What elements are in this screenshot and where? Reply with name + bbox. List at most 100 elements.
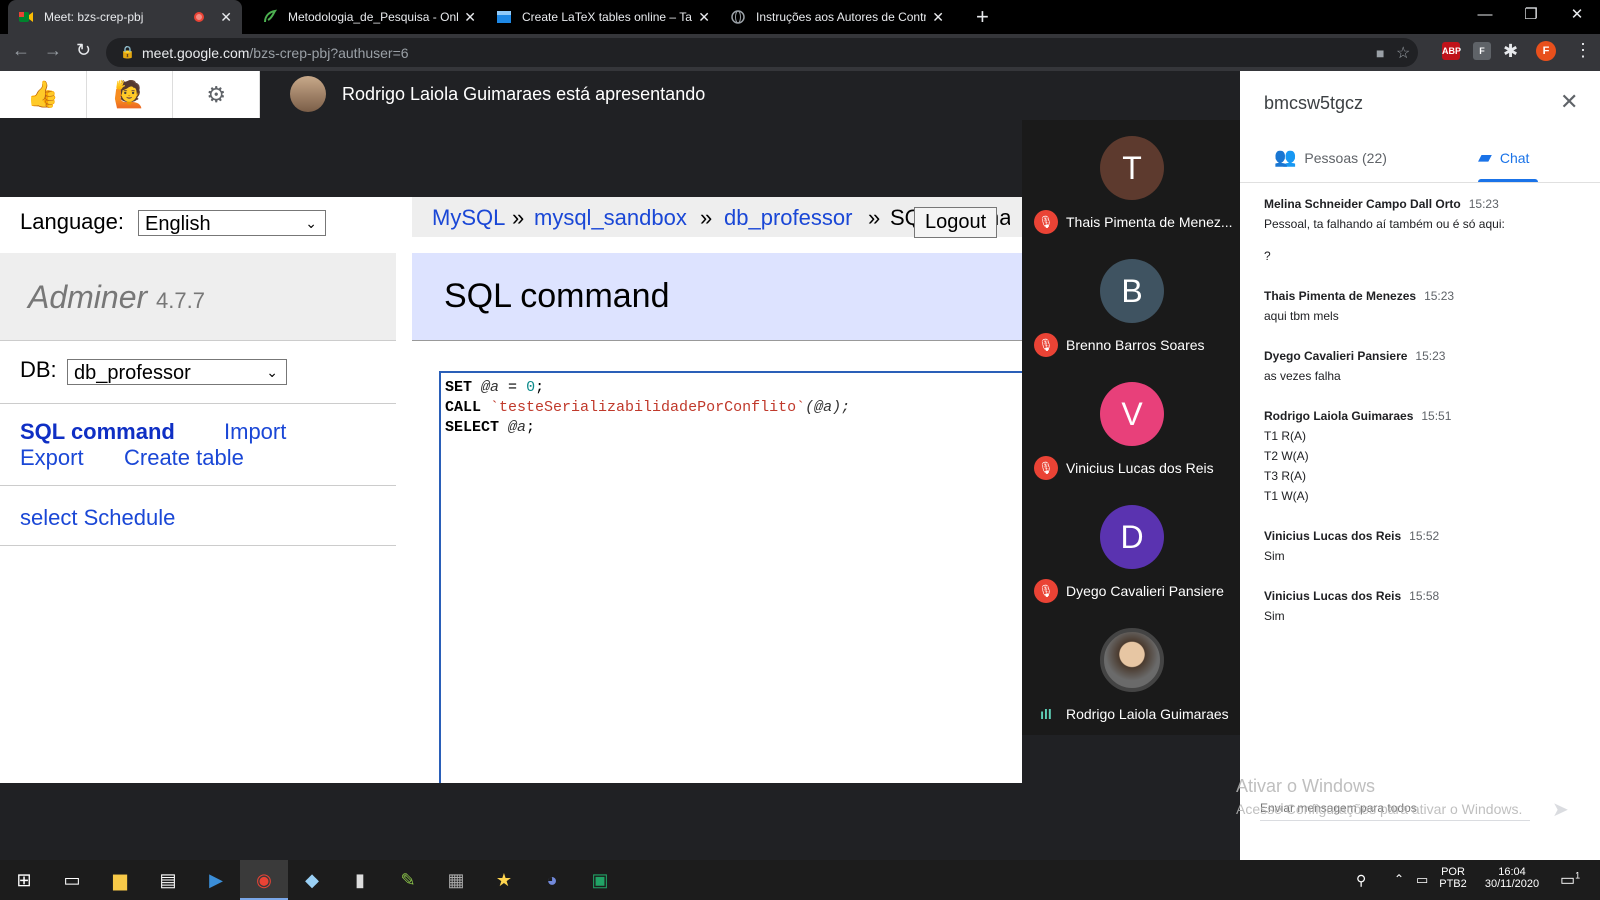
task-view-icon[interactable]: ▭ <box>48 860 96 900</box>
db-select[interactable]: db_professor ⌄ <box>67 359 287 385</box>
discord-icon[interactable]: ◕ <box>528 860 576 900</box>
link-import[interactable]: Import <box>224 419 286 445</box>
table-icon <box>497 11 511 23</box>
profile-avatar[interactable]: F <box>1536 41 1556 61</box>
app-icon[interactable]: ◆ <box>288 860 336 900</box>
message-text: T2 W(A) <box>1264 449 1309 463</box>
chrome-icon[interactable]: ◉ <box>240 860 288 900</box>
camera-icon[interactable]: ■ <box>1376 45 1384 61</box>
logout-button[interactable]: Logout <box>914 207 998 238</box>
code-text: (@a); <box>805 399 851 416</box>
participant-tiles: T 🎙 Thais Pimenta de Menez... B 🎙 Brenno… <box>1022 120 1240 735</box>
adminer-brand[interactable]: Adminer 4.7.7 <box>28 279 205 316</box>
message-text: Sim <box>1264 609 1285 623</box>
breadcrumb-sandbox[interactable]: mysql_sandbox <box>534 205 687 231</box>
chevron-up-icon[interactable]: ⌃ <box>1394 872 1404 886</box>
calculator-icon[interactable]: ▦ <box>432 860 480 900</box>
participant-tile[interactable]: D 🎙 Dyego Cavalieri Pansiere <box>1022 489 1240 612</box>
close-tab-icon[interactable]: ✕ <box>932 9 944 26</box>
bookmark-star-icon[interactable]: ☆ <box>1396 43 1410 63</box>
send-icon[interactable]: ➤ <box>1552 797 1569 822</box>
clock[interactable]: 16:04 30/11/2020 <box>1474 866 1550 890</box>
paint-icon[interactable]: ✎ <box>384 860 432 900</box>
message-sender: Dyego Cavalieri Pansiere <box>1264 349 1408 363</box>
code-variable: @a <box>508 419 527 436</box>
presenting-text: Rodrigo Laiola Guimaraes está apresentan… <box>342 83 706 104</box>
link-create-table[interactable]: Create table <box>124 445 244 471</box>
people-tray-icon[interactable]: ⚲ <box>1356 872 1366 889</box>
breadcrumb-mysql[interactable]: MySQL <box>432 205 505 231</box>
message-text: T3 R(A) <box>1264 469 1306 483</box>
close-window-icon[interactable]: ✕ <box>1554 0 1600 30</box>
extensions-puzzle-icon[interactable]: ✱ <box>1503 41 1518 62</box>
lock-icon: 🔒 <box>120 45 135 59</box>
chat-message: Vinicius Lucas dos Reis 15:52 Sim <box>1264 529 1584 563</box>
close-tab-icon[interactable]: ✕ <box>698 9 710 26</box>
watermark-subtitle: Acesse Configurações para ativar o Windo… <box>1236 801 1523 817</box>
language-label: Language: <box>20 209 124 234</box>
restore-icon[interactable]: ❐ <box>1508 0 1554 30</box>
forward-icon[interactable]: → <box>44 40 62 61</box>
terminal-icon[interactable]: ▤ <box>144 860 192 900</box>
close-panel-icon[interactable]: ✕ <box>1560 89 1578 115</box>
input-language[interactable]: POR PTB2 <box>1438 866 1468 890</box>
excel-icon[interactable]: ▣ <box>576 860 624 900</box>
link-sql-command[interactable]: SQL command <box>20 419 175 445</box>
settings-gear-icon[interactable]: ⚙ <box>173 71 261 118</box>
back-icon[interactable]: ← <box>12 40 30 61</box>
notifications-icon[interactable]: ▭1 <box>1560 870 1580 890</box>
breadcrumb-separator: » <box>512 205 525 230</box>
avatar: D <box>1100 505 1164 569</box>
raise-hand-icon[interactable]: 🙋 <box>87 71 174 118</box>
thumbs-up-icon[interactable]: 👍 <box>0 71 87 118</box>
message-header: Vinicius Lucas dos Reis 15:52 <box>1264 529 1584 543</box>
language-select[interactable]: English ⌄ <box>138 210 326 236</box>
message-sender: Rodrigo Laiola Guimaraes <box>1264 409 1414 423</box>
sql-editor[interactable]: SET @a = 0; CALL `testeSerializabilidade… <box>439 371 1022 783</box>
breadcrumb-db[interactable]: db_professor <box>724 205 852 231</box>
tab-people[interactable]: 👥 Pessoas (22) <box>1274 147 1387 168</box>
adblock-icon[interactable]: ABP <box>1442 42 1461 60</box>
participant-tile[interactable]: B 🎙 Brenno Barros Soares <box>1022 243 1240 366</box>
file-explorer-icon[interactable]: ▆ <box>96 860 144 900</box>
star-app-icon[interactable]: ★ <box>480 860 528 900</box>
adminer-version: 4.7.7 <box>156 288 205 313</box>
tab-metodologia[interactable]: Metodologia_de_Pesquisa - Onli ✕ <box>252 0 486 34</box>
link-export[interactable]: Export <box>20 445 84 471</box>
powershell-icon[interactable]: ▶ <box>192 860 240 900</box>
network-icon[interactable]: ▭ <box>1416 872 1428 888</box>
code-identifier: `testeSerializabilidadePorConflito` <box>490 399 806 416</box>
participant-name: Thais Pimenta de Menez... <box>1066 214 1233 230</box>
code-keyword: CALL <box>445 399 482 416</box>
presenter-avatar <box>290 76 326 112</box>
extension-f-icon[interactable]: F <box>1473 42 1491 60</box>
reload-icon[interactable]: ↻ <box>76 40 91 61</box>
new-tab-icon[interactable]: + <box>976 4 989 30</box>
link-select-schedule[interactable]: select Schedule <box>20 505 175 531</box>
tab-chat[interactable]: ▰ Chat <box>1478 147 1529 168</box>
adminer-brand-box: Adminer 4.7.7 <box>0 253 396 341</box>
chat-message: Rodrigo Laiola Guimaraes 15:51 T1 R(A) T2… <box>1264 409 1584 503</box>
tab-latex-tables[interactable]: Create LaTeX tables online – Tabl ✕ <box>486 0 720 34</box>
close-tab-icon[interactable]: ✕ <box>464 9 476 26</box>
presenter-banner: Rodrigo Laiola Guimaraes está apresentan… <box>290 76 705 112</box>
address-bar[interactable]: 🔒 meet.google.com/bzs-crep-pbj?authuser=… <box>106 38 1418 67</box>
participant-tile[interactable]: ıll Rodrigo Laiola Guimaraes <box>1022 612 1240 735</box>
code-keyword: SELECT <box>445 419 500 436</box>
participant-name: Brenno Barros Soares <box>1066 337 1205 353</box>
input-language-2: PTB2 <box>1439 878 1467 890</box>
browser-tab-strip: Meet: bzs-crep-pbj ✕ Metodologia_de_Pesq… <box>0 0 1600 34</box>
close-tab-icon[interactable]: ✕ <box>220 9 232 26</box>
reactions-bar: 👍 🙋 ⚙ <box>0 71 261 118</box>
tab-instrucoes[interactable]: Instruções aos Autores de Contri ✕ <box>720 0 954 34</box>
chat-message: Melina Schneider Campo Dall Orto 15:23 Pe… <box>1264 197 1584 263</box>
participant-tile[interactable]: T 🎙 Thais Pimenta de Menez... <box>1022 120 1240 243</box>
start-windows-icon[interactable]: ⊞ <box>0 860 48 900</box>
message-header: Thais Pimenta de Menezes 15:23 <box>1264 289 1584 303</box>
app-icon[interactable]: ▮ <box>336 860 384 900</box>
tab-meet[interactable]: Meet: bzs-crep-pbj ✕ <box>8 0 242 34</box>
minimize-icon[interactable]: — <box>1462 0 1508 30</box>
divider <box>0 403 396 404</box>
participant-tile[interactable]: V 🎙 Vinicius Lucas dos Reis <box>1022 366 1240 489</box>
menu-kebab-icon[interactable]: ⋮ <box>1574 40 1592 61</box>
